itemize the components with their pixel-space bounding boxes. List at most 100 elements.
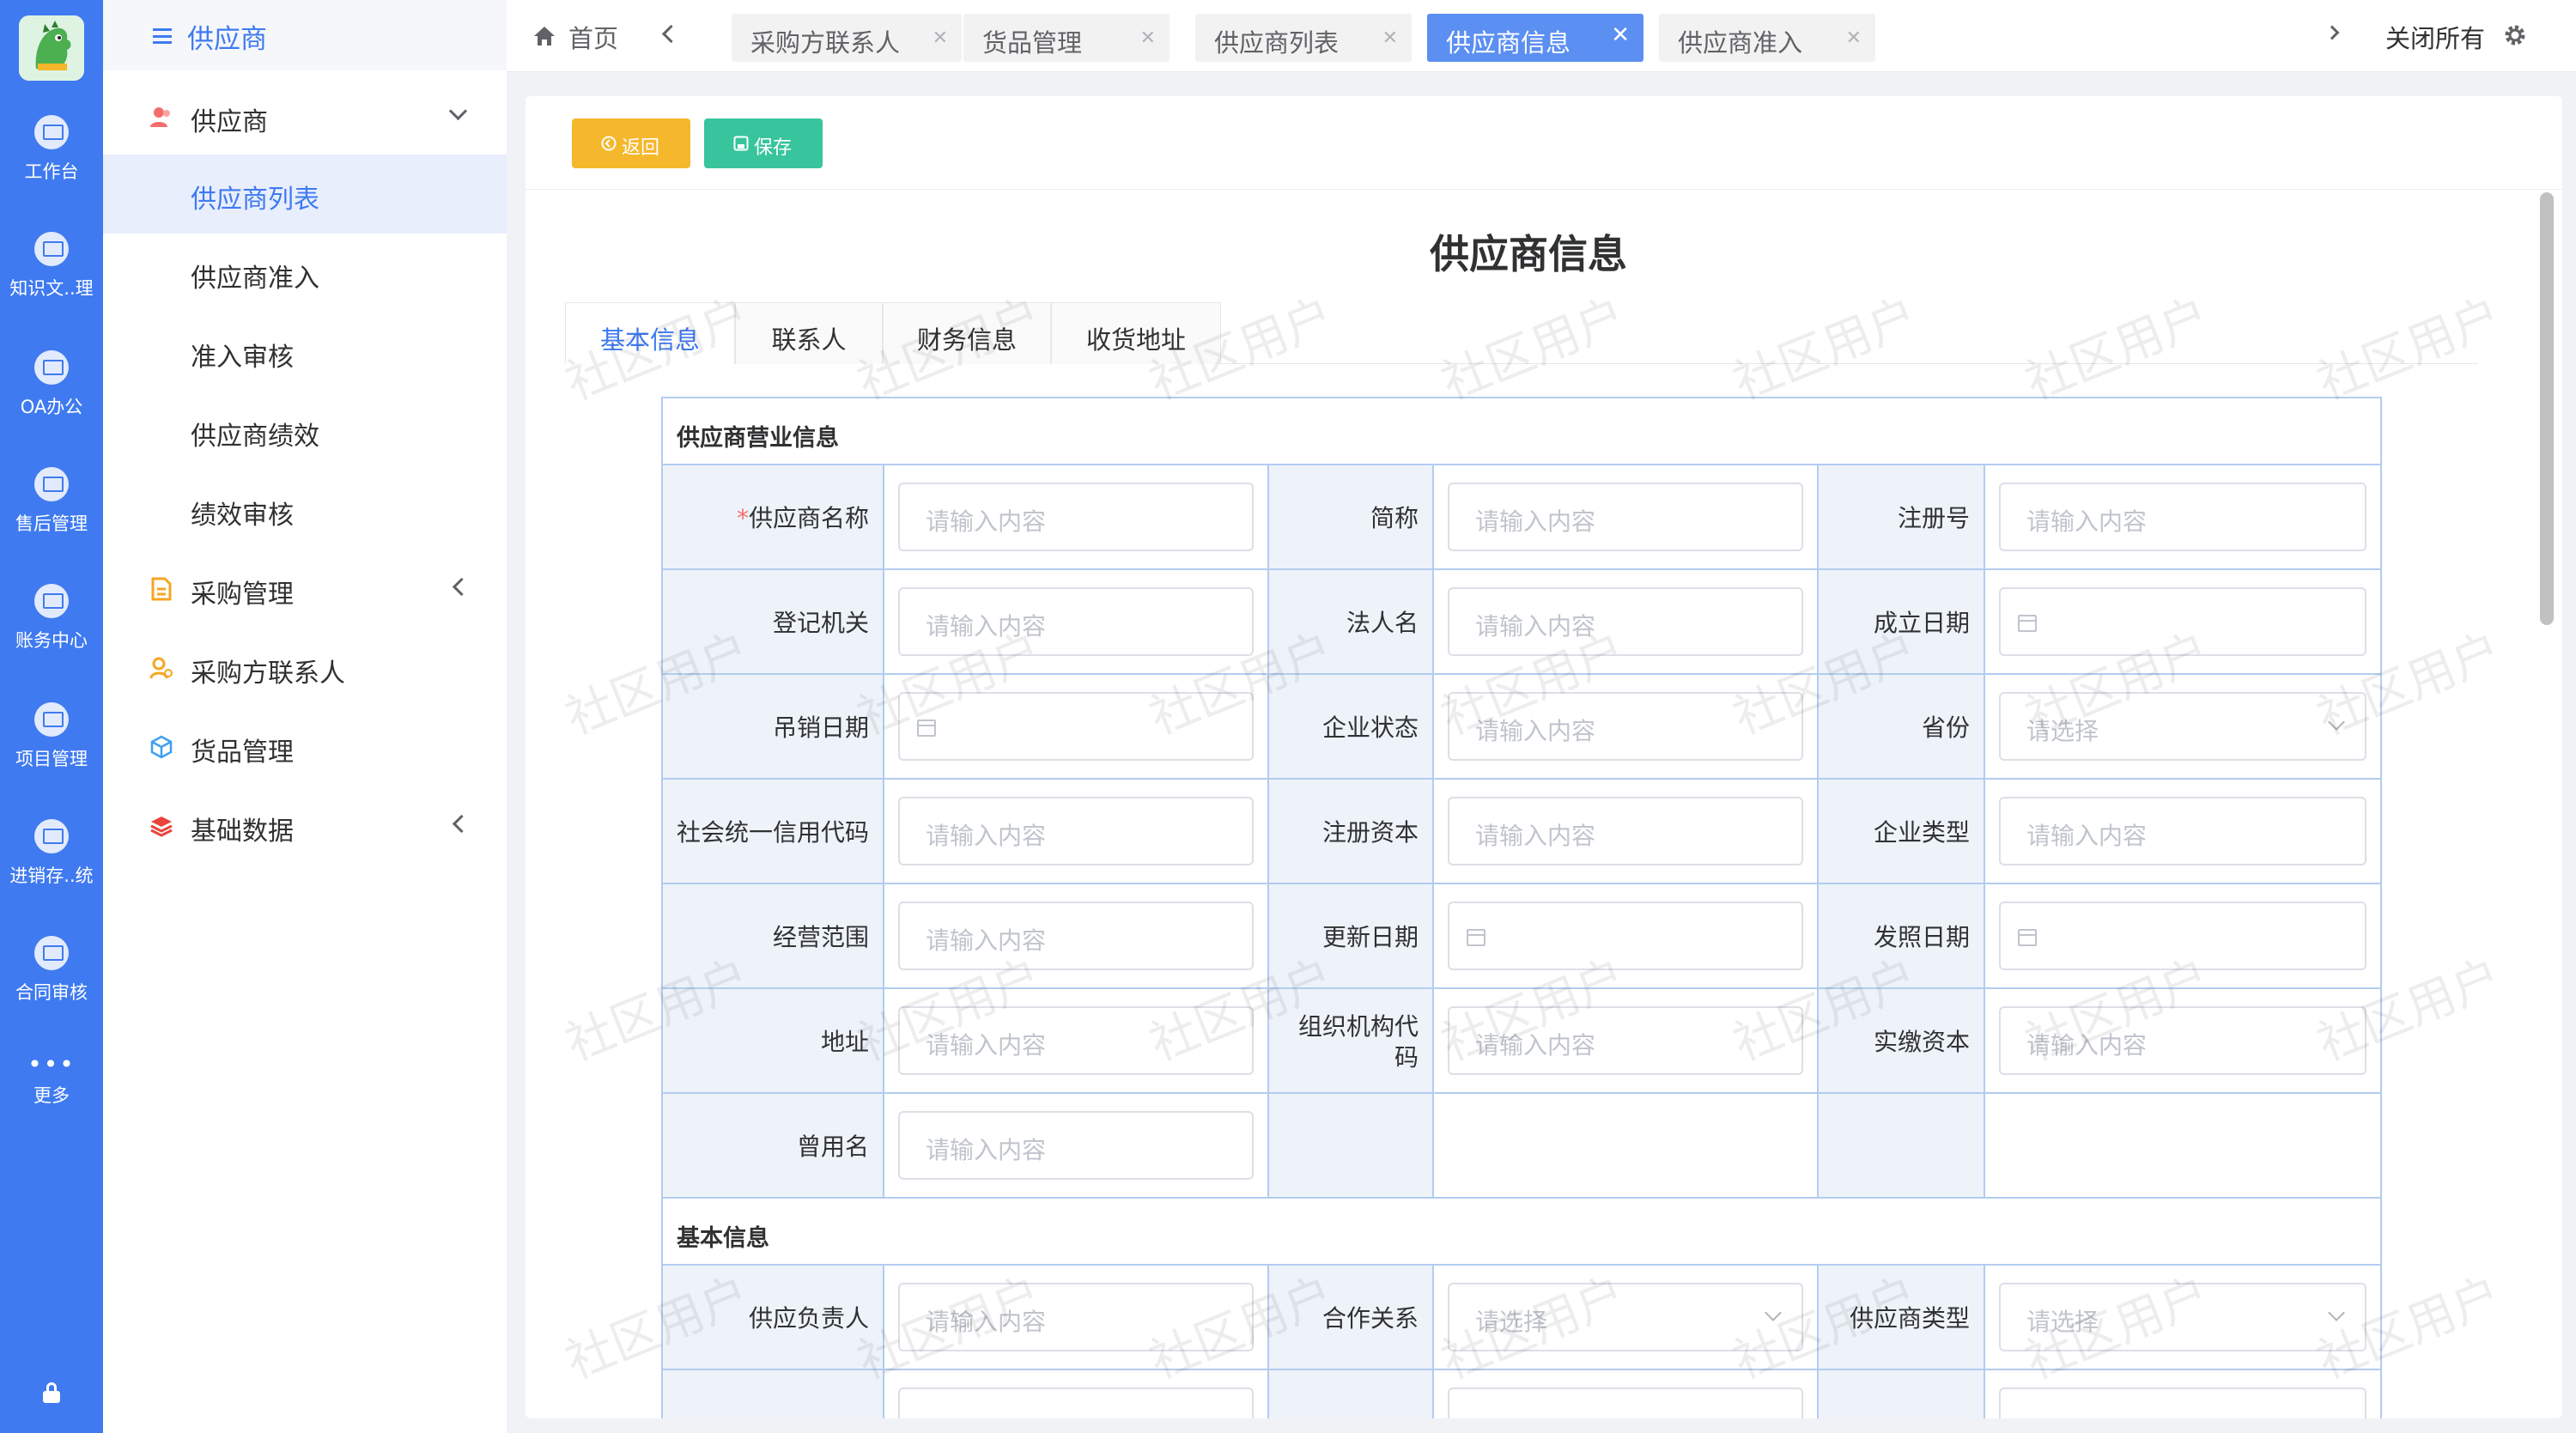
app-rail: 工作台 知识文..理 OA办公 售后管理 账务中心 项目管理 进销存..统 合同… — [0, 0, 103, 1433]
close-icon[interactable]: ✕ — [1846, 29, 1862, 48]
field-value-cell: 请输入内容 — [1434, 465, 1819, 568]
tab-basic-info[interactable]: 基本信息 — [565, 302, 735, 364]
legal-person-input[interactable]: 请输入内容 — [1448, 587, 1803, 656]
field-label-cell: 经营范围 — [663, 884, 884, 987]
tab-finance[interactable]: 财务信息 — [883, 302, 1051, 364]
rail-item-label: 更多 — [33, 1085, 70, 1106]
text-input[interactable] — [1999, 1387, 2366, 1418]
cooperation-select[interactable]: 请选择 — [1448, 1283, 1803, 1351]
field-label-cell: 组织机构代码 — [1269, 989, 1434, 1092]
lock-icon[interactable] — [43, 1382, 60, 1403]
supplier-type-label: 供应商类型 — [1849, 1304, 1970, 1333]
sidebar-item-label: 准入审核 — [191, 343, 294, 373]
scope-input[interactable]: 请输入内容 — [898, 902, 1254, 970]
reg-capital-input[interactable]: 请输入内容 — [1448, 797, 1803, 865]
province-label: 省份 — [1921, 713, 1970, 742]
reg-capital-label: 注册资本 — [1321, 818, 1419, 847]
tabs-scroll-right-icon[interactable] — [2324, 25, 2342, 41]
tab-contacts[interactable]: 联系人 — [735, 302, 883, 364]
sidebar-item-supplier-performance[interactable]: 供应商绩效 — [103, 392, 507, 471]
rail-item-after-sales[interactable]: 售后管理 — [0, 467, 103, 570]
placeholder: 请输入内容 — [1475, 1031, 1596, 1060]
close-icon[interactable]: ✕ — [1382, 29, 1398, 48]
rail-item-inventory[interactable]: 进销存..统 — [0, 819, 103, 922]
reg-authority-input[interactable]: 请输入内容 — [898, 587, 1254, 656]
update-date-picker[interactable] — [1448, 902, 1803, 970]
tab-label: 基本信息 — [599, 325, 700, 355]
scrollbar-thumb[interactable] — [2540, 192, 2554, 625]
close-all-button[interactable]: 关闭所有 — [2385, 19, 2485, 55]
tab-supplier-info[interactable]: 供应商信息 ✕ — [1427, 14, 1643, 62]
issue-date-picker[interactable] — [1999, 902, 2366, 970]
field-label-cell: 简称 — [1269, 465, 1434, 568]
layers-icon — [150, 817, 173, 837]
close-icon[interactable]: ✕ — [933, 29, 948, 48]
text-input[interactable] — [898, 1387, 1254, 1418]
close-icon[interactable]: ✕ — [1611, 24, 1630, 46]
rail-item-label: 项目管理 — [15, 749, 88, 769]
rail-item-knowledge[interactable]: 知识文..理 — [0, 232, 103, 335]
sidebar-item-base-data[interactable]: 基础数据 — [103, 786, 507, 865]
sidebar-group-supplier[interactable]: 供应商 — [103, 77, 507, 156]
short-name-input[interactable]: 请输入内容 — [1448, 483, 1803, 551]
rail-item-more[interactable]: ••• 更多 — [0, 1053, 103, 1156]
rail-item-label: 工作台 — [24, 161, 79, 182]
sidebar-item-goods[interactable]: 货品管理 — [103, 707, 507, 786]
tab-shipping-address[interactable]: 收货地址 — [1051, 302, 1221, 364]
reg-no-input[interactable]: 请输入内容 — [1999, 483, 2366, 551]
field-value-cell — [1985, 1370, 2380, 1418]
tab-supplier-list[interactable]: 供应商列表 ✕ — [1195, 14, 1412, 62]
reg-no-label: 注册号 — [1897, 504, 1970, 532]
owner-label: 供应负责人 — [748, 1304, 869, 1333]
revoke-date-label: 吊销日期 — [772, 713, 869, 742]
gear-icon[interactable] — [2502, 22, 2528, 48]
tab-goods[interactable]: 货品管理 ✕ — [963, 14, 1170, 62]
form-row: 曾用名 请输入内容 — [663, 1094, 2380, 1199]
tab-buyer-contacts[interactable]: 采购方联系人 ✕ — [732, 14, 962, 62]
supplier-form-table: 供应商营业信息 *供应商名称 请输入内容 简称 请输入内容 注册号 请输入内容 — [661, 397, 2382, 1418]
rail-item-oa[interactable]: OA办公 — [0, 350, 103, 453]
supplier-name-input[interactable]: 请输入内容 — [898, 483, 1254, 551]
placeholder: 请输入内容 — [926, 1031, 1047, 1060]
tabs-scroll-left-icon[interactable] — [659, 26, 675, 41]
app-logo[interactable] — [19, 15, 84, 81]
chevron-down-icon — [2330, 716, 2344, 730]
sidebar-item-performance-review[interactable]: 绩效审核 — [103, 471, 507, 550]
tab-supplier-admission[interactable]: 供应商准入 ✕ — [1659, 14, 1875, 62]
found-date-picker[interactable] — [1999, 587, 2366, 656]
field-value-cell: 请选择 — [1985, 1266, 2380, 1369]
text-input[interactable] — [1448, 1387, 1803, 1418]
field-value-cell: 请选择 — [1434, 1266, 1819, 1369]
supplier-type-select[interactable]: 请选择 — [1999, 1283, 2366, 1351]
sidebar-title: 供应商 — [187, 24, 267, 55]
company-status-input[interactable]: 请输入内容 — [1448, 692, 1803, 761]
form-row: 供应负责人 请输入内容 合作关系 请选择 供应商类型 请选择 — [663, 1266, 2380, 1370]
rail-item-contracts[interactable]: 合同审核 — [0, 936, 103, 1039]
sidebar-item-supplier-list[interactable]: 供应商列表 — [103, 155, 507, 234]
company-type-input[interactable]: 请输入内容 — [1999, 797, 2366, 865]
sidebar-item-buyer-contacts[interactable]: 采购方联系人 — [103, 628, 507, 707]
back-button[interactable]: 返回 — [572, 118, 690, 168]
rail-item-projects[interactable]: 项目管理 — [0, 702, 103, 805]
credit-code-input[interactable]: 请输入内容 — [898, 797, 1254, 865]
sidebar-item-admission-review[interactable]: 准入审核 — [103, 313, 507, 392]
placeholder: 请输入内容 — [926, 612, 1047, 641]
placeholder: 请输入内容 — [1475, 507, 1596, 536]
paid-capital-input[interactable]: 请输入内容 — [1999, 1006, 2366, 1075]
close-icon[interactable]: ✕ — [1140, 29, 1156, 48]
save-button[interactable]: 保存 — [704, 118, 823, 168]
revoke-date-picker[interactable] — [898, 692, 1254, 761]
address-input[interactable]: 请输入内容 — [898, 1006, 1254, 1075]
rail-item-workbench[interactable]: 工作台 — [0, 115, 103, 218]
sidebar-item-purchasing[interactable]: 采购管理 — [103, 550, 507, 628]
placeholder: 请选择 — [2026, 1308, 2099, 1336]
monitor-icon — [34, 819, 69, 853]
sidebar-header[interactable]: 供应商 — [103, 0, 507, 70]
rail-item-accounts[interactable]: 账务中心 — [0, 584, 103, 687]
owner-input[interactable]: 请输入内容 — [898, 1283, 1254, 1351]
province-select[interactable]: 请选择 — [1999, 692, 2366, 761]
former-name-input[interactable]: 请输入内容 — [898, 1111, 1254, 1180]
org-code-input[interactable]: 请输入内容 — [1448, 1006, 1803, 1075]
sidebar-item-supplier-admission[interactable]: 供应商准入 — [103, 234, 507, 313]
section-header-business: 供应商营业信息 — [663, 398, 2380, 465]
